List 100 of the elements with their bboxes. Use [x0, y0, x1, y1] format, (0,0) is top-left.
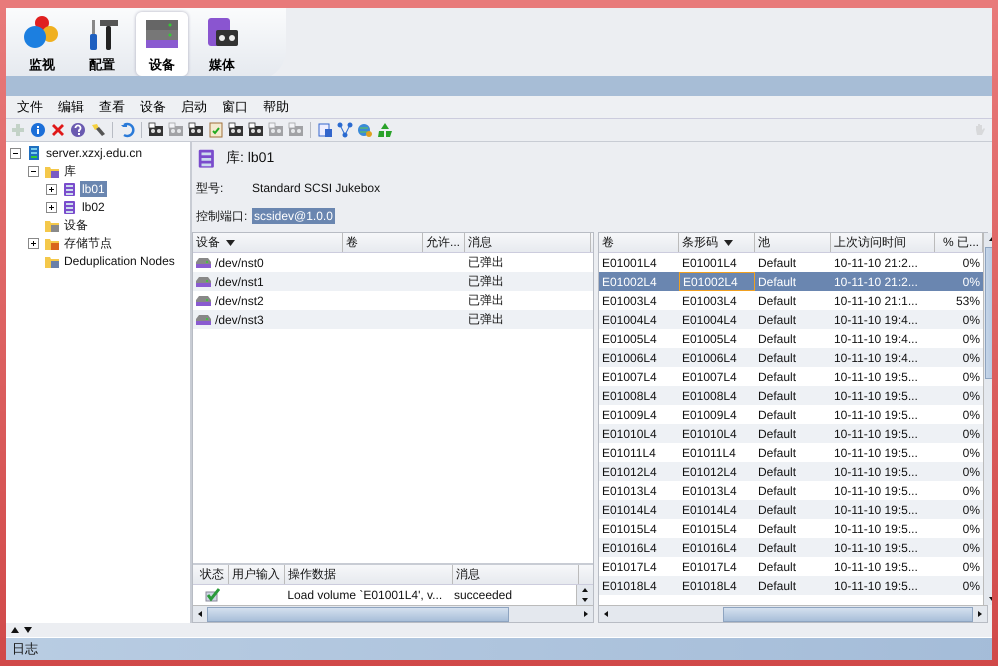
table-cell: /dev/nst1 — [193, 272, 343, 291]
menu-item[interactable]: 启动 — [174, 98, 214, 116]
collapse-icon[interactable] — [10, 148, 21, 158]
nav-tab[interactable]: 媒体 — [196, 12, 248, 76]
table-row[interactable]: E01012L4 E01012L4 Default 10-11-10 19:5... 0% — [599, 462, 983, 481]
table-row[interactable]: E01004L4 E01004L4 Default 10-11-10 19:4... 0% — [599, 310, 983, 329]
nav-tab[interactable]: 监视 — [16, 12, 68, 76]
column-header[interactable]: 卷 — [599, 233, 679, 252]
table-cell-text: 0% — [962, 254, 981, 272]
checklist-icon[interactable] — [208, 122, 224, 138]
tree-item[interactable]: lb01 — [80, 181, 107, 197]
tree-item[interactable]: 库 — [62, 162, 78, 180]
table-cell-text: 0% — [962, 502, 981, 518]
table-cell-text: 已弹出 — [467, 292, 505, 309]
table-cell-text: Default — [757, 426, 798, 442]
table-cell-text: E01013L4 — [601, 482, 658, 500]
table-row[interactable]: E01018L4 E01018L4 Default 10-11-10 19:5... 0% — [599, 576, 983, 595]
column-header[interactable]: 池 — [755, 233, 831, 252]
menu-item[interactable]: 帮助 — [256, 98, 296, 116]
menu-item[interactable]: 设备 — [133, 98, 173, 116]
tape-icon[interactable] — [188, 122, 204, 138]
table-cell-text: 已弹出 — [467, 273, 505, 290]
column-header[interactable]: 允许... — [423, 233, 465, 252]
table-cell-text: 已弹出 — [467, 311, 505, 328]
table-cell-text: Default — [757, 558, 798, 576]
table-cell-text: 10-11-10 19:4... — [833, 312, 919, 328]
table-cell-text: 10-11-10 19:5... — [833, 540, 919, 556]
table-row[interactable]: E01002L4 E01002L4 Default 10-11-10 21:2... 0% — [599, 272, 983, 291]
tree-item[interactable]: 设备 — [62, 216, 90, 234]
table-row[interactable]: E01008L4 E01008L4 Default 10-11-10 19:5... 0% — [599, 386, 983, 405]
column-header[interactable]: 消息 — [453, 565, 579, 584]
field-value: scsidev@1.0.0 — [252, 208, 335, 224]
undo-icon[interactable] — [119, 122, 135, 138]
menu-item[interactable]: 查看 — [92, 98, 132, 116]
table-row[interactable]: E01010L4 E01010L4 Default 10-11-10 19:5... 0% — [599, 424, 983, 443]
column-header[interactable]: 条形码 — [679, 233, 755, 252]
table-cell-text: Default — [757, 312, 798, 328]
expand-icon[interactable] — [46, 202, 57, 212]
table-row[interactable]: E01016L4 E01016L4 Default 10-11-10 19:5... 0% — [599, 538, 983, 557]
collapse-icon[interactable] — [28, 166, 39, 176]
column-header[interactable]: 卷 — [343, 233, 423, 252]
tape-icon[interactable] — [228, 122, 244, 138]
table-cell-text: 10-11-10 19:5... — [833, 502, 919, 518]
tree-item[interactable]: Deduplication Nodes — [62, 253, 177, 269]
tree-item[interactable]: lb02 — [80, 199, 107, 215]
table-cell-text: E01001L4 — [601, 254, 658, 272]
horizontal-scrollbar[interactable] — [599, 605, 987, 622]
table-cell-text: E01006L4 — [681, 350, 738, 366]
table-cell-text: E01004L4 — [681, 312, 738, 328]
column-header[interactable]: 设备 — [193, 233, 343, 252]
column-header[interactable]: 用户输入 — [229, 565, 285, 584]
table-cell-text: E01010L4 — [681, 426, 738, 442]
help-icon[interactable] — [70, 122, 86, 138]
drive-icon — [196, 276, 211, 286]
network-icon[interactable] — [337, 122, 353, 138]
menu-item[interactable]: 窗口 — [215, 98, 255, 116]
table-row[interactable]: E01014L4 E01014L4 Default 10-11-10 19:5... 0% — [599, 500, 983, 519]
nav-tab[interactable]: 配置 — [76, 12, 128, 76]
table-cell: /dev/nst2 — [193, 291, 343, 310]
column-header[interactable]: 操作数据 — [285, 565, 453, 584]
flashlight-icon[interactable] — [90, 122, 106, 138]
table-cell-text: E01012L4 — [681, 464, 738, 480]
table-cell-text: 0% — [962, 368, 981, 386]
column-header[interactable]: 消息 — [465, 233, 591, 252]
library-icon — [62, 199, 78, 215]
table-cell-text: E01015L4 — [601, 520, 658, 538]
table-cell-text: 0% — [962, 520, 981, 538]
table-cell-text: E01003L4 — [601, 292, 658, 310]
expand-icon[interactable] — [28, 238, 39, 248]
globe-icon[interactable] — [357, 122, 373, 138]
table-cell-text: E01011L4 — [681, 444, 737, 462]
tree-item[interactable]: 存储节点 — [62, 234, 114, 252]
delete-icon[interactable] — [50, 122, 66, 138]
document-icon[interactable] — [317, 122, 333, 138]
table-cell-text: 10-11-10 19:5... — [833, 578, 919, 594]
table-cell-text: 10-11-10 19:5... — [833, 482, 919, 500]
nav-tab[interactable]: 设备 — [136, 12, 188, 76]
table-cell-text: 0% — [962, 350, 981, 366]
expand-icon[interactable] — [46, 184, 57, 194]
table-cell-text: Default — [757, 444, 798, 462]
table-cell-text: 10-11-10 21:1... — [833, 292, 919, 310]
column-header[interactable]: 上次访问时间 — [831, 233, 935, 252]
menu-item[interactable]: 文件 — [10, 98, 50, 116]
tree-item[interactable]: server.xzxj.edu.cn — [44, 145, 144, 161]
table-cell-text: E01002L4 — [601, 274, 658, 290]
tape-icon[interactable] — [248, 122, 264, 138]
table-cell-text: E01003L4 — [681, 292, 738, 310]
tape-icon[interactable] — [148, 122, 164, 138]
table-cell-text: E01013L4 — [681, 482, 738, 500]
table-cell-text: E01004L4 — [601, 312, 658, 328]
field-value: Standard SCSI Jukebox — [252, 181, 380, 195]
menu-item[interactable]: 编辑 — [51, 98, 91, 116]
horizontal-scrollbar[interactable] — [193, 605, 593, 622]
recycle-icon[interactable] — [377, 122, 393, 138]
table-row[interactable]: E01006L4 E01006L4 Default 10-11-10 19:4... 0% — [599, 348, 983, 367]
table-cell: E01002L4 — [679, 272, 755, 291]
column-header[interactable]: 状态 — [193, 565, 229, 584]
info-icon[interactable] — [30, 122, 46, 138]
table-cell-text: E01018L4 — [601, 578, 658, 594]
table-cell-text: E01009L4 — [601, 406, 658, 424]
